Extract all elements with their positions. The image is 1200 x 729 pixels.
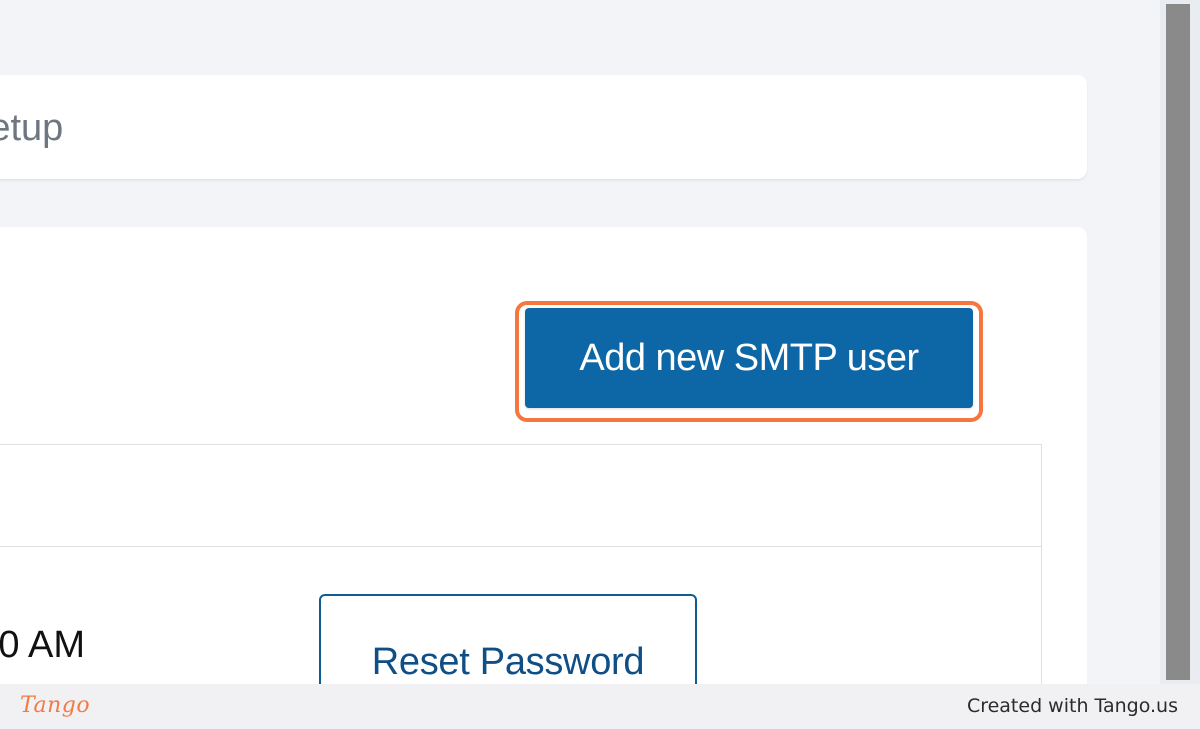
tango-logo: Tango	[20, 693, 91, 718]
app-viewport: Setup Add new SMTP user 0 AM Reset Passw…	[0, 0, 1165, 684]
table-header-divider	[0, 546, 1041, 547]
reset-password-button[interactable]: Reset Password	[319, 594, 697, 684]
footer-credit: Created with Tango.us	[966, 695, 1178, 717]
add-smtp-user-button[interactable]: Add new SMTP user	[525, 308, 973, 408]
page-title: Setup	[0, 107, 64, 149]
scrollbar-thumb[interactable]	[1166, 4, 1190, 680]
footer-bar: Tango Created with Tango.us	[0, 684, 1200, 729]
table-cell-time: 0 AM	[0, 624, 85, 666]
page-header-card	[0, 75, 1087, 179]
